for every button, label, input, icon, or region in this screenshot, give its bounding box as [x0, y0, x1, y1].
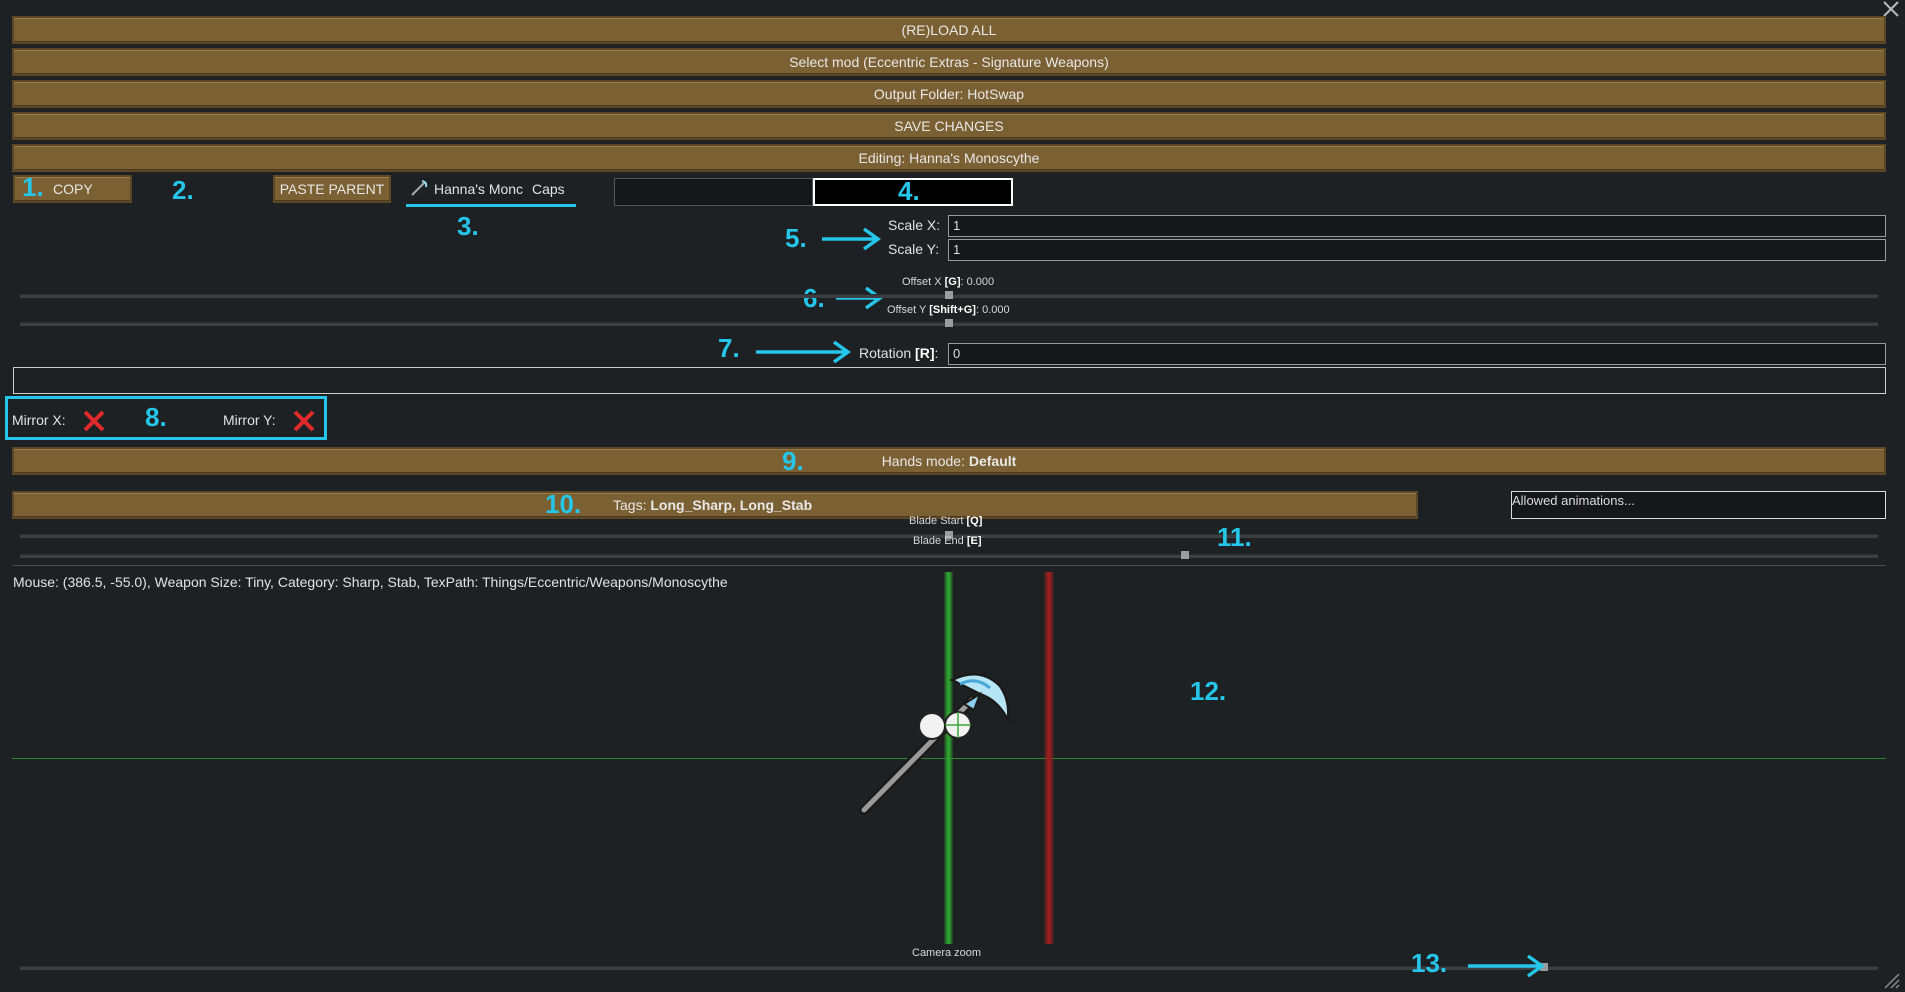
blade-end-text: Blade End [913, 535, 967, 547]
tags-prefix: Tags: [613, 497, 651, 513]
arrow-7-icon [756, 340, 852, 364]
arrow-6-icon [836, 286, 884, 310]
blade-end-label: Blade End [E] [913, 535, 982, 547]
offset-y-value: : 0.000 [975, 304, 1010, 316]
mirror-x-toggle[interactable] [81, 408, 107, 434]
def-selector[interactable]: Hanna's Monc Caps [406, 176, 576, 207]
save-changes-button[interactable]: SAVE CHANGES [12, 112, 1886, 140]
rotation-label: Rotation [R]: [859, 345, 938, 361]
search-field-dark[interactable] [614, 178, 813, 206]
rotation-prefix: Rotation [859, 345, 916, 361]
preview-canvas[interactable]: 12. [12, 570, 1886, 950]
scale-y-label: Scale Y: [888, 241, 940, 257]
annotation-13: 13. [1411, 948, 1448, 978]
blade-end-slider[interactable] [20, 554, 1878, 558]
rotation-suffix: : [934, 345, 939, 361]
rotation-key: [R] [915, 345, 935, 361]
offset-y-prefix: Offset Y [887, 304, 930, 316]
paste-parent-button[interactable]: PASTE PARENT [273, 175, 391, 203]
blade-end-thumb[interactable] [1180, 551, 1189, 559]
text-area[interactable] [13, 367, 1886, 394]
blade-start-text: Blade Start [909, 515, 967, 527]
mirror-x-label: Mirror X: [12, 412, 66, 428]
offset-y-thumb[interactable] [945, 319, 953, 327]
annotation-9: 9. [782, 446, 804, 476]
hands-mode-value: Default [968, 453, 1017, 469]
blade-end-key: [E] [966, 535, 982, 547]
arrow-5-icon [822, 227, 882, 251]
def-name: Hanna's Monc [434, 181, 524, 197]
annotation-2: 2. [172, 175, 194, 205]
annotation-1: 1. [22, 172, 44, 202]
hands-mode-prefix: Hands mode: [881, 453, 969, 469]
editing-button[interactable]: Editing: Hanna's Monoscythe [12, 144, 1886, 172]
blade-start-key: [Q] [966, 515, 983, 527]
annotation-7: 7. [718, 333, 740, 363]
annotation-5: 5. [785, 223, 807, 253]
select-mod-button[interactable]: Select mod (Eccentric Extras - Signature… [12, 48, 1886, 76]
offset-x-key: [G] [944, 276, 961, 288]
tags-button[interactable]: Tags: Long_Sharp, Long_Stab [12, 491, 1418, 519]
offset-x-value: : 0.000 [960, 276, 995, 288]
rotation-input[interactable]: 0 [948, 343, 1886, 365]
offset-x-prefix: Offset X [902, 276, 945, 288]
scale-y-input[interactable]: 1 [948, 239, 1886, 261]
scale-x-input[interactable]: 1 [948, 215, 1886, 237]
resize-grip-icon[interactable] [1883, 972, 1901, 990]
camera-zoom-label: Camera zoom [912, 947, 982, 959]
annotation-3: 3. [457, 211, 479, 241]
mirror-y-label: Mirror Y: [223, 412, 276, 428]
offset-y-label: Offset Y [Shift+G]: 0.000 [887, 304, 1010, 316]
reload-all-button[interactable]: (RE)LOAD ALL [12, 16, 1886, 44]
blade-start-label: Blade Start [Q] [909, 515, 982, 527]
annotation-10: 10. [545, 489, 582, 519]
arrow-13-icon [1468, 954, 1546, 978]
mirror-y-toggle[interactable] [291, 408, 317, 434]
annotation-12: 12. [1190, 676, 1227, 706]
annotation-11: 11. [1217, 522, 1252, 552]
annotation-6: 6. [803, 283, 825, 313]
annotation-4: 4. [898, 176, 920, 206]
allowed-animations-field[interactable]: Allowed animations... [1511, 491, 1886, 519]
caps-label: Caps [532, 181, 565, 197]
monoscythe-weapon-icon [859, 673, 1010, 815]
divider [12, 565, 1886, 566]
tags-value: Long_Sharp, Long_Stab [650, 497, 813, 513]
offset-y-key: [Shift+G] [929, 304, 976, 316]
annotation-8: 8. [145, 402, 167, 432]
output-folder-button[interactable]: Output Folder: HotSwap [12, 80, 1886, 108]
copy-label: COPY [53, 181, 93, 197]
hands-mode-button[interactable]: Hands mode: Default [12, 447, 1886, 475]
camera-zoom-slider[interactable] [20, 966, 1878, 970]
scale-x-label: Scale X: [888, 217, 941, 233]
offset-x-thumb[interactable] [945, 291, 953, 299]
offset-x-label: Offset X [G]: 0.000 [902, 276, 994, 288]
weapon-icon [410, 179, 428, 202]
